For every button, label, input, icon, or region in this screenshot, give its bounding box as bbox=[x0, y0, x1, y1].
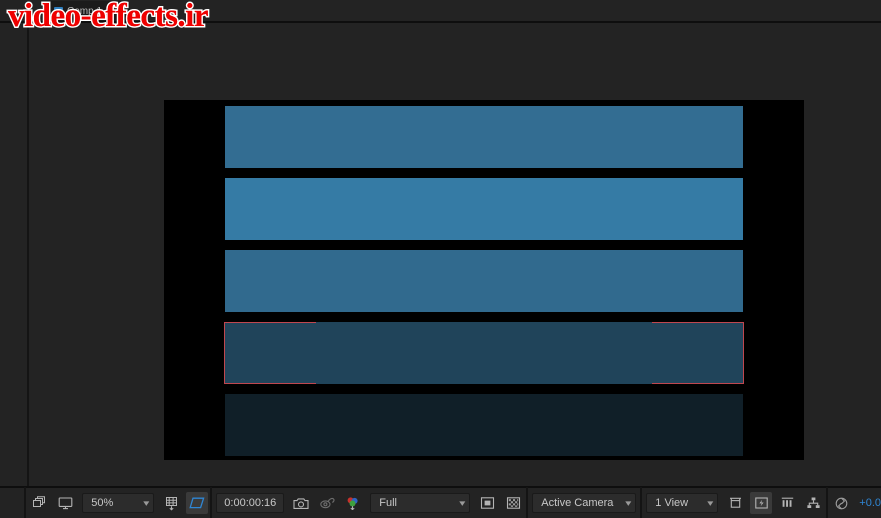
panel-tab-strip: Comp 1 × bbox=[0, 0, 881, 23]
region-of-interest-icon[interactable] bbox=[186, 492, 209, 514]
chevron-down-icon: ▾ bbox=[458, 497, 466, 508]
resolution-select[interactable]: Full ▾ bbox=[370, 493, 471, 513]
toggle-mask-and-shape-path-visibility-icon[interactable] bbox=[502, 492, 524, 514]
zoom-select[interactable]: 50% ▾ bbox=[82, 493, 155, 513]
chevron-down-icon: ▾ bbox=[624, 497, 632, 508]
main-viewer-icon[interactable] bbox=[54, 492, 76, 514]
views-select[interactable]: 1 View ▾ bbox=[646, 493, 719, 513]
panel-top-divider bbox=[0, 21, 881, 23]
composition-frame[interactable] bbox=[164, 100, 804, 460]
layer-bar-fill bbox=[225, 322, 743, 384]
composition-toolbar: 50% ▾ 0:00:00:16 Full ▾ Active Camera ▾ … bbox=[0, 486, 881, 518]
views-value: 1 View bbox=[655, 497, 689, 509]
take-snapshot-icon[interactable] bbox=[290, 492, 312, 514]
camera-value: Active Camera bbox=[541, 497, 614, 509]
reset-exposure-icon[interactable] bbox=[830, 492, 852, 514]
toolbar-group-view bbox=[26, 488, 78, 518]
toolbar-separator bbox=[826, 487, 829, 518]
timeline-icon[interactable] bbox=[776, 492, 798, 514]
layer-bar[interactable] bbox=[224, 322, 744, 384]
layer-bar[interactable] bbox=[225, 178, 743, 240]
layer-bar-fill bbox=[225, 250, 743, 312]
chevron-down-icon: ▾ bbox=[142, 497, 150, 508]
toolbar-separator bbox=[210, 487, 213, 518]
choose-grid-and-guide-options-icon[interactable] bbox=[160, 492, 182, 514]
show-snapshot-icon[interactable] bbox=[316, 492, 338, 514]
resolution-value: Full bbox=[379, 497, 398, 509]
toggle-transparency-grid-icon[interactable] bbox=[476, 492, 498, 514]
layer-bar[interactable] bbox=[225, 250, 743, 312]
toolbar-separator bbox=[640, 487, 643, 518]
layer-bar-fill bbox=[225, 178, 743, 240]
tab-label: Comp 1 bbox=[67, 5, 103, 17]
toggle-pixel-aspect-ratio-correction-icon[interactable] bbox=[724, 492, 746, 514]
zoom-value: 50% bbox=[91, 497, 114, 509]
always-preview-this-view-icon[interactable] bbox=[28, 492, 50, 514]
layer-bar[interactable] bbox=[225, 106, 743, 168]
exposure-value[interactable]: +0.0 bbox=[859, 497, 881, 509]
close-icon[interactable]: × bbox=[108, 6, 113, 16]
toolbar-separator bbox=[526, 487, 529, 518]
after-effects-composition-panel: Comp 1 × 50% ▾ 0:00:00:16 Full ▾ Active … bbox=[0, 0, 881, 518]
tab-comp-1[interactable]: Comp 1 × bbox=[46, 1, 130, 21]
show-channel-icon[interactable] bbox=[342, 492, 364, 514]
chevron-down-icon: ▾ bbox=[706, 497, 714, 508]
fast-previews-icon[interactable] bbox=[750, 492, 773, 514]
composition-viewer[interactable] bbox=[29, 24, 881, 486]
current-time-field[interactable]: 0:00:00:16 bbox=[216, 493, 285, 513]
toolbar-left-padding bbox=[0, 488, 25, 518]
layer-bar-fill bbox=[225, 106, 743, 168]
layer-bar-fill bbox=[225, 394, 743, 456]
composition-icon bbox=[54, 6, 63, 16]
composition-flowchart-icon[interactable] bbox=[802, 492, 824, 514]
layer-bar[interactable] bbox=[225, 394, 743, 456]
camera-select[interactable]: Active Camera ▾ bbox=[532, 493, 637, 513]
timecode-value: 0:00:00:16 bbox=[224, 497, 277, 509]
